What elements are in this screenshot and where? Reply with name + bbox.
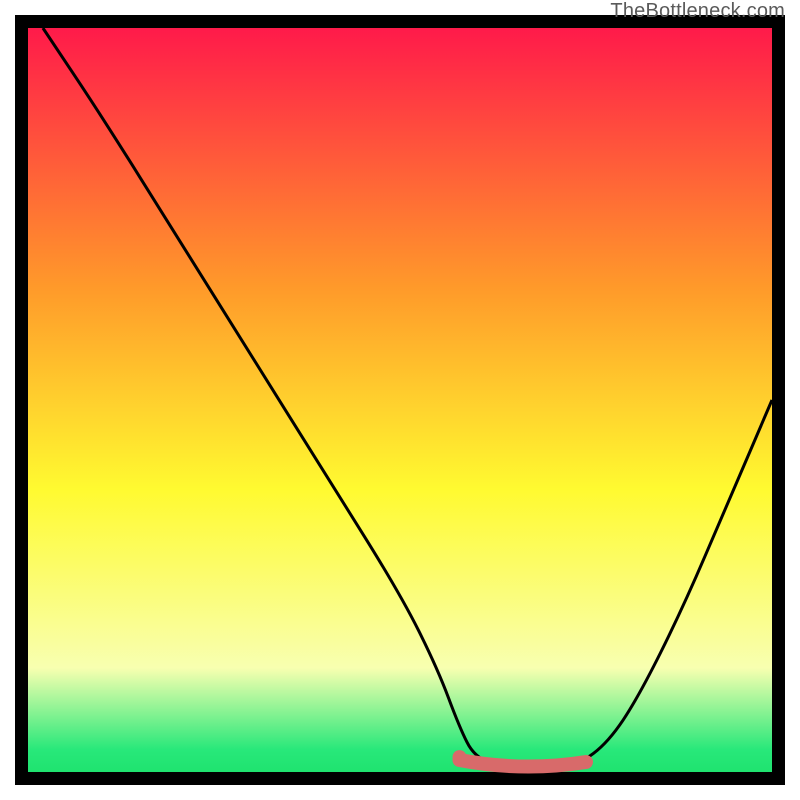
gradient-field <box>28 28 772 772</box>
plot-svg <box>15 15 785 785</box>
watermark-text: TheBottleneck.com <box>610 0 785 23</box>
plot-frame <box>15 15 785 785</box>
accent-start-dot <box>453 750 467 764</box>
chart-canvas: TheBottleneck.com <box>0 0 800 800</box>
accent-sweet-spot <box>460 760 587 767</box>
